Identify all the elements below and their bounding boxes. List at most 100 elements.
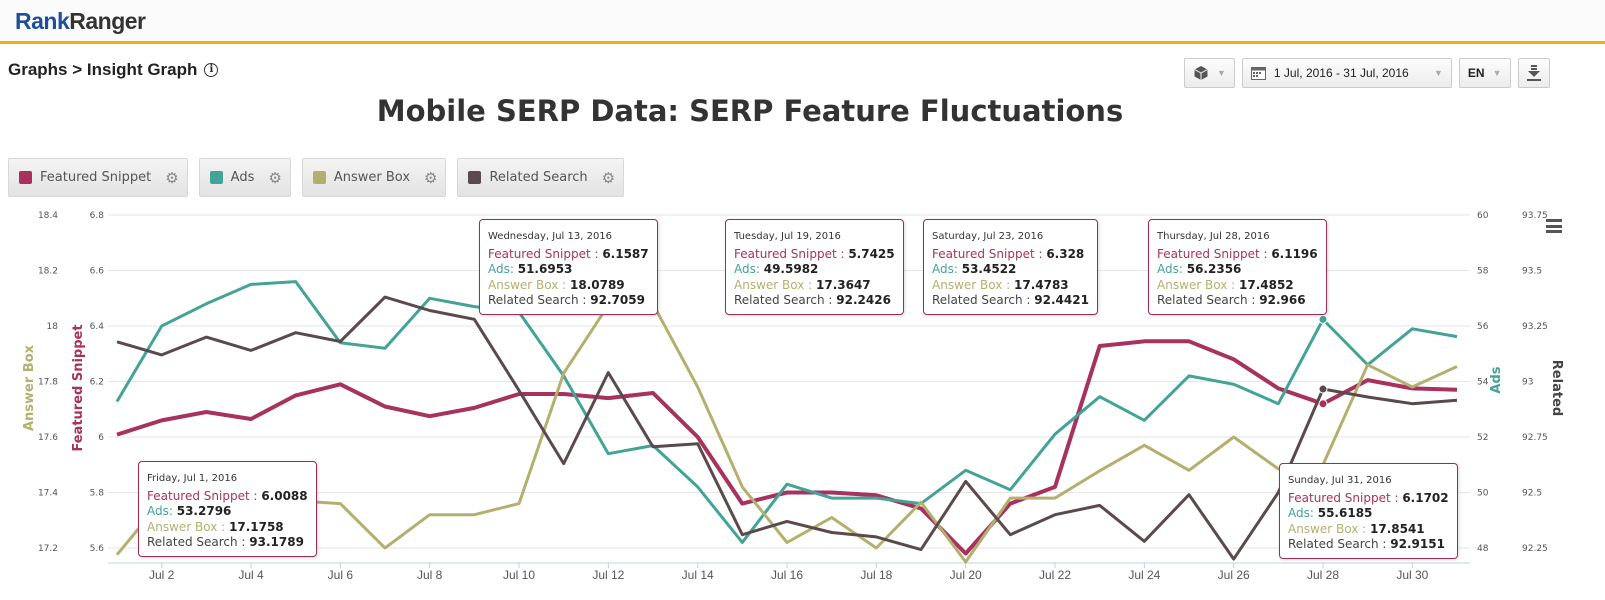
gear-icon[interactable]: ⚙ [424,169,437,187]
tooltip-value: 92.9151 [1390,537,1445,551]
y-tick-label-fs: 5.6 [90,544,105,554]
date-range-picker[interactable]: 1 Jul, 2016 - 31 Jul, 2016 ▼ [1241,58,1452,88]
tooltip-row-ab: Answer Box : 17.8541 [1288,522,1449,538]
axis-title-ab: Answer Box [22,344,37,431]
view-dropdown[interactable]: ▼ [1184,58,1235,88]
tooltip-row-fs: Featured Snippet : 6.0088 [147,489,308,505]
tooltip-row-ab: Answer Box : 17.4783 [932,278,1089,294]
tooltip-row-rs: Related Search : 92.966 [1157,293,1318,309]
legend-label: Related Search [489,170,588,185]
tooltip-label: Ads: [488,262,518,276]
tooltip-row-rs: Related Search : 92.7059 [488,293,649,309]
tooltip-label: Related Search : [932,293,1035,307]
x-tick-label: Jul 28 [1307,568,1339,582]
tooltip-value: 6.328 [1046,246,1085,261]
gear-icon[interactable]: ⚙ [268,169,281,187]
legend-label: Answer Box [333,170,411,185]
x-tick-label: Jul 20 [950,568,982,582]
chart-legend: Featured Snippet ⚙ Ads ⚙ Answer Box ⚙ Re… [8,158,625,197]
x-tick-label: Jul 30 [1396,568,1428,582]
chart-tooltip: Saturday, Jul 23, 2016 Featured Snippet :… [923,219,1098,315]
x-tick-label: Jul 16 [771,568,803,582]
tooltip-value: 92.2426 [836,293,891,307]
legend-item-answer-box[interactable]: Answer Box ⚙ [301,158,447,197]
chevron-down-icon: ▼ [1217,68,1226,78]
language-dropdown[interactable]: EN ▼ [1458,58,1511,88]
legend-item-related-search[interactable]: Related Search ⚙ [457,158,625,197]
tooltip-date: Tuesday, Jul 19, 2016 [734,231,841,242]
legend-item-featured-snippet[interactable]: Featured Snippet ⚙ [8,158,188,197]
tooltip-label: Ads: [1288,506,1318,520]
y-tick-label-ab: 18 [47,322,59,332]
tooltip-date: Wednesday, Jul 13, 2016 [488,231,613,242]
tooltip-row-rs: Related Search : 92.4421 [932,293,1089,309]
tooltip-value: 17.1758 [229,519,284,534]
tooltip-value: 17.3647 [816,277,871,292]
breadcrumb-text[interactable]: Graphs > Insight Graph [8,60,197,80]
tooltip-row-ads: Ads: 56.2356 [1157,262,1318,278]
data-point-marker [1318,399,1328,409]
tooltip-value: 17.4783 [1014,277,1069,292]
legend-swatch [19,171,32,184]
tooltip-value: 17.4852 [1239,277,1294,292]
legend-label: Featured Snippet [40,170,152,185]
y-tick-label-ab: 17.8 [38,378,58,388]
tooltip-value: 6.1587 [602,246,649,261]
gear-icon[interactable]: ⚙ [602,169,615,187]
tooltip-value: 6.1702 [1402,490,1449,505]
tooltip-row-ab: Answer Box : 17.4852 [1157,278,1318,294]
tooltip-value: 93.1789 [249,535,304,549]
legend-swatch [468,171,482,184]
tooltip-row-fs: Featured Snippet : 6.1587 [488,247,649,263]
tooltip-value: 53.2796 [176,504,232,518]
info-icon[interactable]: i [204,63,219,77]
chart-tooltip: Thursday, Jul 28, 2016 Featured Snippet :… [1148,219,1327,315]
tooltip-label: Featured Snippet : [734,246,849,261]
tooltip-row-fs: Featured Snippet : 5.7425 [734,247,895,263]
tooltip-value: 92.966 [1259,293,1306,307]
x-tick-label: Jul 10 [503,568,535,582]
y-tick-label-fs: 6.4 [90,322,105,332]
y-tick-label-ads: 60 [1477,211,1489,221]
gear-icon[interactable]: ⚙ [165,169,178,187]
language-value: EN [1467,66,1485,80]
tooltip-row-fs: Featured Snippet : 6.328 [932,247,1089,263]
x-tick-label: Jul 4 [238,568,264,582]
tooltip-row-ads: Ads: 53.4522 [932,262,1089,278]
tooltip-label: Featured Snippet : [932,246,1047,261]
y-tick-label-ads: 58 [1477,267,1489,277]
tooltip-value: 92.4421 [1034,293,1089,307]
tooltip-date: Friday, Jul 1, 2016 [147,473,238,484]
rankranger-logo[interactable]: RankRanger [15,8,146,35]
tooltip-value: 55.6185 [1317,506,1373,520]
tooltip-label: Related Search : [488,293,591,307]
y-tick-label-fs: 6 [98,433,104,443]
tooltip-value: 53.4522 [961,262,1017,276]
y-tick-label-fs: 6.6 [90,267,105,277]
tooltip-label: Answer Box : [932,277,1014,292]
x-tick-label: Jul 2 [149,568,175,582]
tooltip-row-rs: Related Search : 92.2426 [734,293,895,309]
y-tick-label-rs: 93.5 [1522,267,1542,277]
chart-tooltip: Tuesday, Jul 19, 2016 Featured Snippet : … [725,219,904,315]
date-range-value: 1 Jul, 2016 - 31 Jul, 2016 [1273,66,1409,80]
data-point-marker [1318,314,1328,324]
tooltip-label: Answer Box : [488,277,570,292]
tooltip-label: Related Search : [1157,293,1260,307]
calendar-icon [1250,66,1266,80]
legend-swatch [209,171,223,184]
x-tick-label: Jul 24 [1128,568,1160,582]
y-tick-label-ab: 17.2 [38,544,58,554]
tooltip-label: Answer Box : [1288,521,1370,536]
y-tick-label-rs: 92.25 [1522,544,1548,554]
download-button[interactable] [1517,58,1550,88]
tooltip-label: Answer Box : [1157,277,1239,292]
tooltip-value: 49.5982 [763,262,819,276]
tooltip-label: Ads: [734,262,764,276]
legend-item-ads[interactable]: Ads ⚙ [198,158,291,197]
tooltip-label: Featured Snippet : [1288,490,1403,505]
chart-menu-icon[interactable] [1546,219,1562,236]
tooltip-value: 18.0789 [570,277,625,292]
tooltip-label: Ads: [932,262,962,276]
tooltip-label: Related Search : [734,293,837,307]
